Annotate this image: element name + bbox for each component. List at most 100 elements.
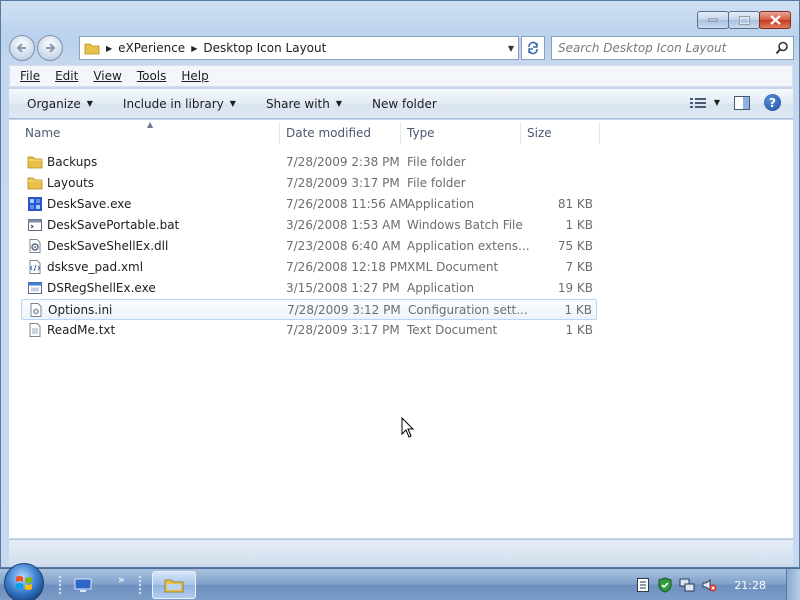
column-divider[interactable]: [520, 122, 521, 144]
include-in-library-label: Include in library: [122, 96, 224, 111]
include-in-library-button[interactable]: Include in library ▼: [123, 97, 236, 111]
refresh-button[interactable]: [521, 36, 545, 60]
file-row-layouts[interactable]: Layouts 7/28/2009 3:17 PM File folder: [21, 173, 597, 194]
refresh-icon: [528, 41, 538, 55]
mouse-cursor-icon: [401, 417, 415, 438]
chevron-double-right-icon[interactable]: »: [118, 573, 125, 586]
tray-document-icon[interactable]: [632, 574, 654, 596]
file-row-desksave-exe[interactable]: DeskSave.exe 7/26/2008 11:56 AM Applicat…: [21, 194, 597, 215]
file-date: 7/26/2008 11:56 AM: [286, 197, 409, 211]
minimize-icon: [708, 18, 718, 22]
menu-view[interactable]: View: [93, 69, 121, 83]
new-folder-button[interactable]: New folder: [372, 97, 437, 111]
menu-file[interactable]: File: [20, 69, 40, 83]
help-button[interactable]: ?: [764, 94, 781, 111]
navigation-row: ▶ eXPerience ▶ Desktop Icon Layout ▼ Sea…: [9, 33, 794, 61]
windows-logo-icon: [16, 576, 32, 590]
file-row-desksaveshellex-dll[interactable]: DeskSaveShellEx.dll 7/23/2008 6:40 AM Ap…: [21, 236, 597, 257]
desktop-icon: [74, 578, 92, 592]
minimize-button[interactable]: [697, 11, 729, 29]
menu-tools[interactable]: Tools: [137, 69, 167, 83]
shield-check-icon: [658, 577, 672, 593]
column-name[interactable]: Name: [25, 126, 60, 140]
breadcrumb-item[interactable]: Desktop Icon Layout: [203, 41, 326, 55]
menu-view-label: View: [93, 69, 122, 83]
close-button[interactable]: [759, 11, 791, 29]
maximize-icon: [738, 15, 750, 25]
breadcrumb-arrow-icon[interactable]: ▶: [191, 44, 197, 53]
column-divider[interactable]: [599, 122, 600, 144]
taskbar: » 21:28: [0, 563, 800, 600]
file-row-options-ini[interactable]: Options.ini 7/28/2009 3:12 PM Configurat…: [21, 299, 597, 320]
forward-button[interactable]: [37, 35, 63, 61]
preview-pane-button[interactable]: [734, 95, 750, 110]
tray-volume-icon[interactable]: [698, 574, 720, 596]
change-view-button[interactable]: ▼: [689, 97, 720, 109]
file-type: Application: [407, 197, 475, 211]
taskbar-gripper[interactable]: [138, 575, 142, 595]
folder-icon: [27, 156, 43, 169]
file-type: Application extens...: [407, 239, 530, 253]
menu-help[interactable]: Help: [181, 69, 208, 83]
file-row-desksaveportable-bat[interactable]: DeskSavePortable.bat 3/26/2008 1:53 AM W…: [21, 215, 597, 236]
window-controls: [697, 11, 791, 29]
app-icon: [28, 197, 42, 211]
menu-edit-label: Edit: [55, 69, 79, 83]
back-button[interactable]: [9, 35, 35, 61]
column-size[interactable]: Size: [527, 126, 552, 140]
search-icon[interactable]: [775, 41, 789, 55]
breadcrumb-arrow-icon[interactable]: ▶: [106, 44, 112, 53]
show-desktop-quicklaunch[interactable]: [70, 573, 96, 597]
file-type: Application: [407, 281, 475, 295]
column-type[interactable]: Type: [407, 126, 435, 140]
address-bar[interactable]: ▶ eXPerience ▶ Desktop Icon Layout ▼: [79, 36, 519, 60]
chevron-down-icon: ▼: [335, 99, 342, 108]
close-icon: [769, 15, 781, 25]
maximize-button[interactable]: [728, 11, 760, 29]
column-divider[interactable]: [279, 122, 280, 144]
address-dropdown-icon[interactable]: ▼: [508, 44, 514, 53]
file-rows: Backups 7/28/2009 2:38 PM File folder La…: [21, 152, 597, 341]
file-row-readme-txt[interactable]: ReadMe.txt 7/28/2009 3:17 PM Text Docume…: [21, 320, 597, 341]
file-date: 7/28/2009 2:38 PM: [286, 155, 400, 169]
column-divider[interactable]: [400, 122, 401, 144]
tray-security-icon[interactable]: [654, 574, 676, 596]
chevron-down-icon: ▼: [229, 99, 236, 108]
taskbar-gripper[interactable]: [58, 575, 62, 595]
view-controls: ▼ ?: [676, 94, 781, 111]
share-with-button[interactable]: Share with ▼: [266, 97, 342, 111]
tray-network-icon[interactable]: [676, 574, 698, 596]
file-size: 7 KB: [565, 260, 593, 274]
file-date: 7/28/2009 3:17 PM: [286, 176, 400, 190]
volume-muted-icon: [702, 579, 717, 592]
share-with-label: Share with: [265, 96, 330, 111]
taskbar-explorer-button[interactable]: [152, 571, 196, 599]
file-date: 3/26/2008 1:53 AM: [286, 218, 401, 232]
column-header: ▲ Name Date modified Type Size: [9, 120, 793, 146]
start-button[interactable]: [4, 563, 44, 600]
title-bar[interactable]: [1, 1, 799, 33]
file-type: Configuration sett...: [408, 303, 528, 317]
file-type: File folder: [407, 176, 466, 190]
file-date: 7/23/2008 6:40 AM: [286, 239, 401, 253]
details-pane: [9, 539, 793, 565]
organize-button[interactable]: Organize ▼: [27, 97, 93, 111]
clock[interactable]: 21:28: [734, 579, 766, 592]
file-row-dsregshellex-exe[interactable]: DSRegShellEx.exe 3/15/2008 1:27 PM Appli…: [21, 278, 597, 299]
breadcrumb-item[interactable]: eXPerience: [118, 41, 185, 55]
menu-edit[interactable]: Edit: [55, 69, 78, 83]
chevron-down-icon[interactable]: ▼: [714, 98, 720, 107]
search-box[interactable]: Search Desktop Icon Layout: [551, 36, 794, 60]
system-tray: 21:28: [632, 569, 800, 600]
file-row-dsksve-pad-xml[interactable]: dsksve_pad.xml 7/26/2008 12:18 PM XML Do…: [21, 257, 597, 278]
file-row-backups[interactable]: Backups 7/28/2009 2:38 PM File folder: [21, 152, 597, 173]
organize-label: Organize: [27, 96, 81, 111]
exe-file-icon: [28, 282, 42, 294]
file-type: Text Document: [407, 323, 498, 337]
ini-file-icon: [30, 303, 42, 317]
chevron-down-icon: ▼: [86, 99, 93, 108]
column-date-modified[interactable]: Date modified: [286, 126, 371, 140]
show-desktop-button[interactable]: [786, 569, 800, 600]
file-date: 7/28/2009 3:17 PM: [286, 323, 400, 337]
folder-icon: [84, 43, 100, 55]
